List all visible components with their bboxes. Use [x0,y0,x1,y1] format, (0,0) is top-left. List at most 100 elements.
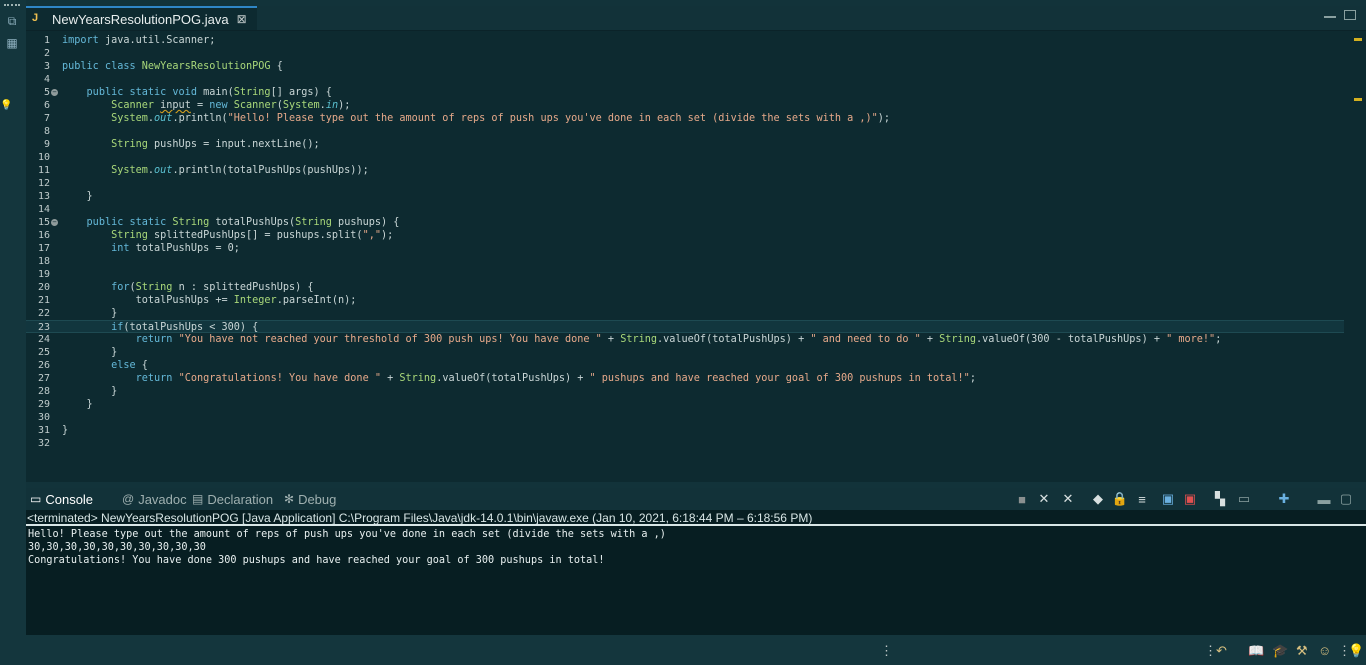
code-line[interactable]: 4 [26,73,1344,86]
code-text: int totalPushUps = 0; [111,243,240,254]
drag-handle[interactable] [4,4,20,9]
console-view: ▭ Console @ Javadoc ▤ Declaration ✻ Debug ■ ✕ ✕… [26,488,1366,635]
terminate-icon[interactable]: ■ [1014,491,1030,507]
line-number: 26 [37,360,50,371]
code-line[interactable]: 1 import java.util.Scanner; [26,34,1344,47]
tutorial-icon[interactable]: 🎓 [1272,643,1288,659]
code-line[interactable]: 24 return "You have not reached your thr… [26,333,1344,346]
tab-debug[interactable]: ✻ Debug [284,488,336,510]
code-line[interactable]: 19 [26,268,1344,281]
code-line[interactable]: 9 String pushUps = input.nextLine(); [26,138,1344,151]
restore-icon[interactable]: ⧉ [5,14,19,28]
wand-icon[interactable]: ⚒ [1296,643,1308,659]
code-text: for(String n : splittedPushUps) { [111,282,314,293]
code-line[interactable]: 20 for(String n : splittedPushUps) { [26,281,1344,294]
smiley-icon[interactable]: ☺ [1318,643,1331,658]
fold-icon[interactable]: − [51,219,58,226]
code-text: totalPushUps += Integer.parseInt(n); [62,295,357,306]
code-line[interactable]: 31} [26,424,1344,437]
code-line[interactable]: 6 💡 Scanner input = new Scanner(System.in… [0,99,1344,112]
line-number: 13 [37,191,50,202]
code-line[interactable]: 32 [26,437,1344,450]
overview-ruler[interactable] [1352,30,1362,482]
code-line[interactable]: 25 } [26,346,1344,359]
remove-launch-icon[interactable]: ✕ [1036,491,1052,507]
close-icon[interactable]: ⊠ [237,12,247,26]
code-line[interactable]: 3 public class NewYearsResolutionPOG { [26,60,1344,73]
line-number: 12 [37,178,50,189]
show-stdout-icon[interactable]: ▣ [1160,491,1176,507]
launch-status: <terminated> NewYearsResolutionPOG [Java… [26,510,1366,526]
minimize-icon[interactable] [1324,12,1336,18]
quick-fix-icon[interactable]: 💡 [0,99,12,111]
display-console-icon[interactable]: ▭ [1236,491,1252,507]
open-console-icon[interactable]: ✚ [1276,491,1292,507]
code-line[interactable]: 2 [26,47,1344,60]
undo-icon[interactable]: ↶ [1216,643,1227,659]
code-line[interactable]: 7 System.out.println("Hello! Please type… [26,112,1344,125]
code-text: } [62,308,118,319]
code-line[interactable]: 13 } [26,190,1344,203]
console-output-line: Hello! Please type out the amount of rep… [28,529,666,540]
console-icon: ▭ [30,492,42,506]
code-line[interactable]: 17 int totalPushUps = 0; [26,242,1344,255]
code-line[interactable]: 26 else { [26,359,1344,372]
code-line[interactable]: 23 if(totalPushUps < 300) { [26,320,1344,333]
word-wrap-icon[interactable]: ≡ [1134,491,1150,507]
clear-console-icon[interactable]: ◆ [1090,491,1106,507]
line-number: 4 [43,74,50,85]
javadoc-icon: @ [122,492,135,506]
line-number: 31 [37,425,50,436]
line-number: 10 [37,152,50,163]
line-number: 29 [37,399,50,410]
line-number: 20 [37,282,50,293]
maximize-icon[interactable] [1344,10,1356,20]
console-tab-bar: ▭ Console @ Javadoc ▤ Declaration ✻ Debug ■ ✕ ✕… [26,488,1366,510]
code-area[interactable]: 1 import java.util.Scanner; 2 3 public class… [0,30,1366,482]
code-text: import java.util.Scanner; [62,35,216,46]
code-editor: J NewYearsResolutionPOG.java ⊠ 1 import j… [0,6,1366,482]
code-line[interactable]: 21 totalPushUps += Integer.parseInt(n); [26,294,1344,307]
tip-icon[interactable]: 💡 [1348,643,1364,659]
pin-console-icon[interactable]: ▚ [1212,491,1228,507]
tab-javadoc[interactable]: @ Javadoc [122,488,187,510]
code-text: System.out.println("Hello! Please type o… [111,113,891,124]
fold-icon[interactable]: − [51,89,58,96]
code-line[interactable]: 8 [26,125,1344,138]
code-line[interactable]: 18 [26,255,1344,268]
code-line[interactable]: 22 } [26,307,1344,320]
line-number: 27 [37,373,50,384]
outline-icon[interactable]: ▦ [5,36,19,50]
marker[interactable] [1354,38,1362,41]
code-text: return "Congratulations! You have done "… [135,373,976,384]
code-line[interactable]: 12 [26,177,1344,190]
code-text: public class NewYearsResolutionPOG { [62,61,283,72]
scroll-lock-icon[interactable]: 🔒 [1112,491,1128,507]
line-number: 5 [43,87,50,98]
code-line[interactable]: 30 [26,411,1344,424]
remove-all-icon[interactable]: ✕ [1060,491,1076,507]
more-icon[interactable]: ⋮ [880,643,893,659]
code-line[interactable]: 10 [26,151,1344,164]
code-line[interactable]: 28 } [26,385,1344,398]
code-line[interactable]: 16 String splittedPushUps[] = pushups.sp… [26,229,1344,242]
marker[interactable] [1354,98,1362,101]
code-line[interactable]: 5− public static void main(String[] args… [26,86,1344,99]
code-line[interactable]: 11 System.out.println(totalPushUps(pushU… [26,164,1344,177]
code-line[interactable]: 15− public static String totalPushUps(St… [26,216,1344,229]
code-line[interactable]: 14 [26,203,1344,216]
code-line[interactable]: 29 } [26,398,1344,411]
line-number: 9 [43,139,50,150]
show-stderr-icon[interactable]: ▣ [1182,491,1198,507]
editor-tab[interactable]: J NewYearsResolutionPOG.java ⊠ [26,6,257,30]
minimize-icon[interactable]: ▬ [1316,491,1332,507]
code-line[interactable]: 27 return "Congratulations! You have don… [26,372,1344,385]
code-text: String pushUps = input.nextLine(); [111,139,320,150]
line-number: 16 [37,230,50,241]
maximize-icon[interactable]: ▢ [1338,491,1354,507]
book-icon[interactable]: 📖 [1248,643,1264,659]
code-text: public static String totalPushUps(String… [86,217,400,228]
tab-console[interactable]: ▭ Console [30,488,93,510]
line-number: 21 [37,295,50,306]
tab-declaration[interactable]: ▤ Declaration [192,488,273,510]
